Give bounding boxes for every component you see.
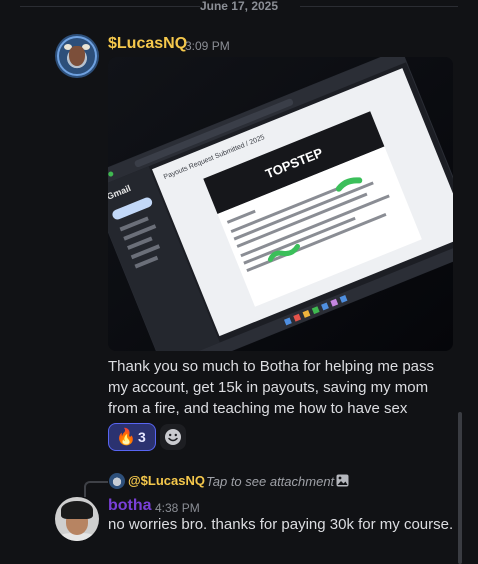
avatar[interactable]	[55, 34, 99, 78]
message-timestamp: 4:38 PM	[155, 501, 200, 515]
add-reaction-button[interactable]	[160, 424, 186, 450]
message-timestamp: 3:09 PM	[185, 39, 230, 53]
reaction-count: 3	[138, 429, 146, 445]
reply-username[interactable]: @$LucasNQ	[128, 473, 205, 488]
image-icon	[336, 474, 349, 487]
smiley-icon	[165, 429, 181, 445]
reply-avatar	[109, 473, 125, 489]
scrollbar[interactable]	[458, 412, 462, 564]
date-divider: June 17, 2025	[0, 0, 478, 14]
image-attachment[interactable]: Gmail Payouts Request Submitted / 2025 T…	[108, 57, 453, 351]
message-text: Thank you so much to Botha for helping m…	[108, 358, 435, 417]
reply-spine	[84, 481, 108, 497]
reaction-fire[interactable]: 🔥 3	[108, 423, 156, 451]
message-username[interactable]: $LucasNQ	[108, 35, 187, 53]
avatar[interactable]	[55, 497, 99, 541]
message-username[interactable]: botha	[108, 497, 152, 515]
divider-line-right	[300, 6, 458, 7]
reply-snippet[interactable]: Tap to see attachment	[206, 474, 334, 489]
message-text: no worries bro. thanks for paying 30k fo…	[108, 516, 454, 533]
fire-icon: 🔥	[116, 429, 136, 446]
